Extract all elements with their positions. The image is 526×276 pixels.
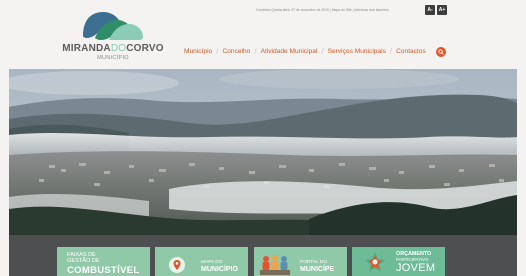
logo-subtitle: MUNICÍPIO [97, 55, 129, 61]
nav-item-concelho[interactable]: Concelho [222, 48, 250, 55]
map-pin-icon [169, 257, 185, 273]
nav-separator: / [254, 46, 257, 56]
nav-item-servicos-municipais[interactable]: Serviços Municipais [328, 48, 386, 55]
search-icon [438, 49, 444, 55]
tile-title: COMBUSTÍVEL [67, 265, 140, 276]
search-button[interactable] [436, 47, 446, 57]
nav-item-atividade-municipal[interactable]: Atividade Municipal [261, 48, 318, 55]
header-info-line: Condeixa Quarta-feira, 27 de novembro de… [256, 8, 389, 12]
font-increase-button[interactable]: A+ [437, 5, 447, 15]
tile-line: MAPA DO [201, 260, 223, 265]
tile-title: MUNICÍPIO [201, 266, 238, 273]
people-icon [260, 255, 290, 275]
tile-title: JOVEM [396, 262, 436, 274]
main-nav: Município / Concelho / Atividade Municip… [184, 45, 426, 57]
hero-image [9, 69, 517, 235]
nav-separator: / [216, 46, 219, 56]
logo-title: MIRANDADOCORVO [62, 43, 164, 54]
tile-mapa-municipio[interactable]: MAPA DO MUNICÍPIO [155, 247, 248, 276]
nav-item-municipio[interactable]: Município [184, 48, 212, 55]
landscape-photo [9, 69, 517, 235]
tile-line: GESTÃO DE [67, 258, 100, 264]
nav-item-contactos[interactable]: Contactos [396, 48, 426, 55]
nav-separator: / [321, 46, 324, 56]
font-decrease-button[interactable]: A- [425, 5, 435, 15]
shortcut-banner-strip: FAIXAS DE GESTÃO DE COMBUSTÍVEL MAPA DO … [9, 235, 517, 276]
tile-line: PORTAL DO [300, 260, 328, 265]
logo-mark-icon [83, 12, 143, 40]
tile-orcamento-participativo-jovem[interactable]: ORÇAMENTO PARTICIPATIVO JOVEM [352, 247, 445, 276]
tile-title: MUNICÍPE [300, 266, 335, 273]
site-logo[interactable]: MIRANDADOCORVO MUNICÍPIO [60, 10, 166, 66]
tile-faixas-gestao-combustivel[interactable]: FAIXAS DE GESTÃO DE COMBUSTÍVEL [57, 247, 150, 276]
nav-separator: / [389, 46, 393, 56]
tile-portal-municipe[interactable]: PORTAL DO MUNICÍPE [254, 247, 347, 276]
star-logo-icon [365, 252, 385, 272]
